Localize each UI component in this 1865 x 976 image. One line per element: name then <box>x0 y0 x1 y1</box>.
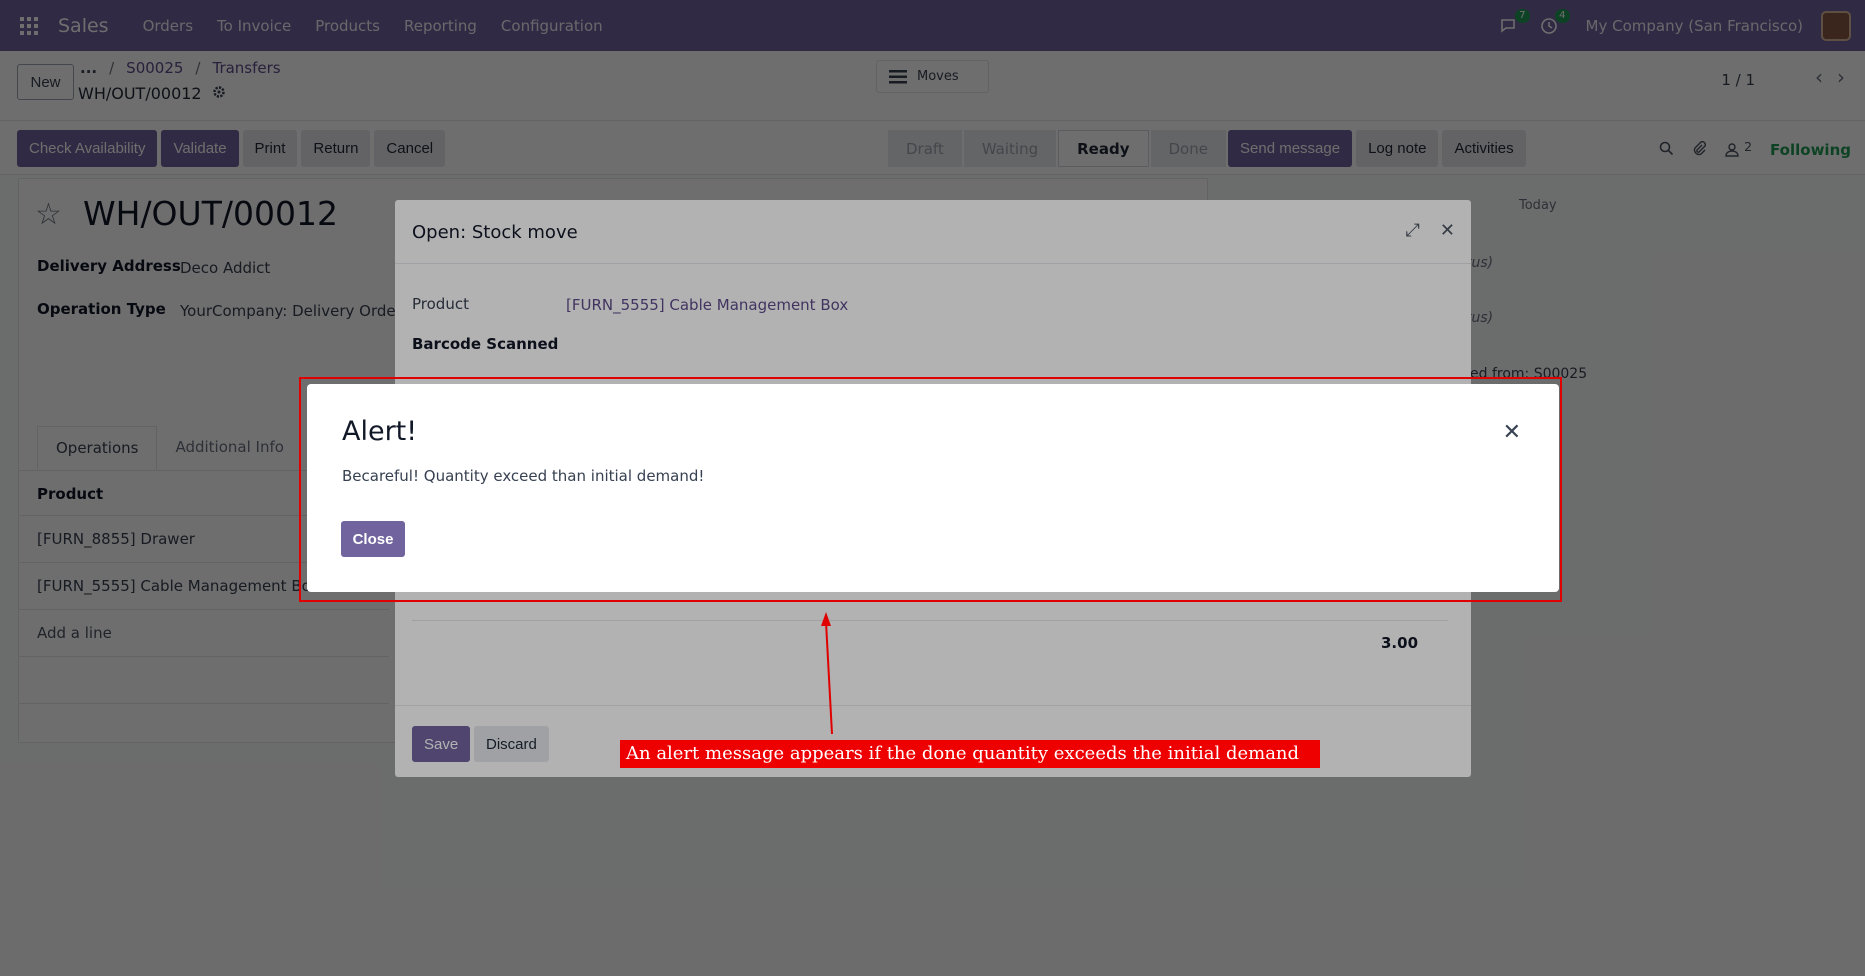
annotation-note: An alert message appears if the done qua… <box>620 740 1320 768</box>
annotation-arrow <box>821 612 833 735</box>
